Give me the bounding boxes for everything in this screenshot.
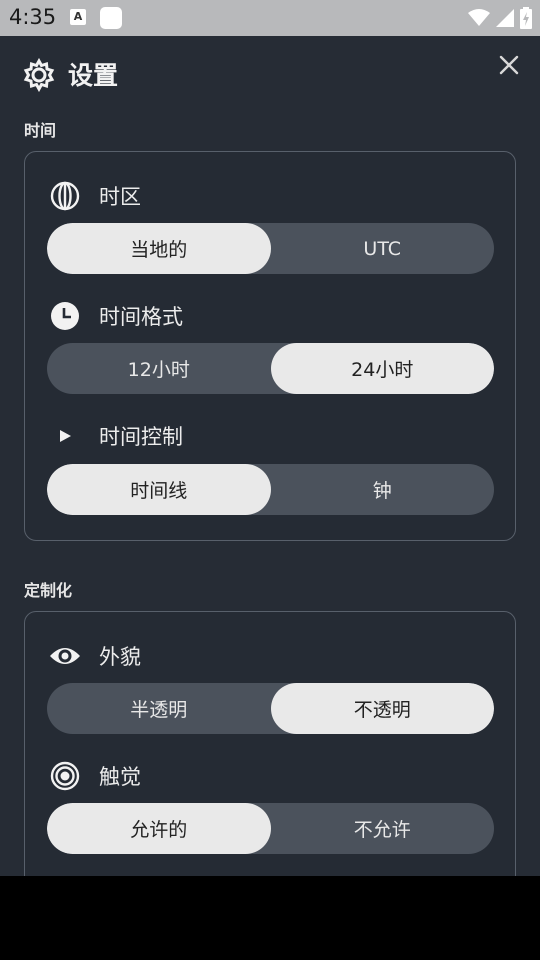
haptics-toggle: 允许的 不允许: [47, 803, 494, 854]
status-icons: [468, 7, 532, 29]
status-time: 4:35: [9, 5, 57, 29]
wifi-icon: [468, 9, 490, 26]
appearance-option-translucent[interactable]: 半透明: [47, 683, 271, 734]
time-format-option-24h[interactable]: 24小时: [270, 343, 494, 394]
settings-screen: 设置 时间 时区 当地的 UTC 时间格式 12小时 24小时 时间控制 时间线…: [0, 36, 540, 876]
timezone-setting: 时区: [49, 181, 141, 211]
cell-signal-icon: [496, 9, 514, 27]
eye-icon: [50, 648, 80, 664]
play-icon: [60, 430, 71, 442]
clock-icon: [51, 302, 79, 330]
section-label-customize: 定制化: [24, 581, 73, 600]
close-icon[interactable]: [498, 54, 520, 76]
appearance-setting: 外貌: [49, 641, 141, 671]
appearance-option-opaque[interactable]: 不透明: [270, 683, 494, 734]
time-control-toggle: 时间线 钟: [47, 464, 494, 515]
appearance-toggle: 半透明 不透明: [47, 683, 494, 734]
time-control-label: 时间控制: [99, 425, 183, 449]
haptics-option-allowed[interactable]: 允许的: [47, 803, 271, 854]
globe-icon: [50, 181, 80, 211]
customize-settings-card: 外貌 半透明 不透明 触觉 允许的 不允许: [24, 611, 516, 876]
time-control-setting: 时间控制: [49, 421, 183, 451]
time-control-option-clock[interactable]: 钟: [271, 464, 495, 515]
time-format-option-12h[interactable]: 12小时: [47, 343, 271, 394]
page-title: 设置: [68, 61, 119, 90]
time-format-setting: 时间格式: [49, 301, 183, 331]
time-settings-card: 时区 当地的 UTC 时间格式 12小时 24小时 时间控制 时间线 钟: [24, 151, 516, 541]
gear-icon: [23, 58, 55, 92]
timezone-option-local[interactable]: 当地的: [47, 223, 271, 274]
time-format-label: 时间格式: [99, 305, 183, 329]
haptics-setting: 触觉: [49, 761, 141, 791]
font-notification-icon: A: [70, 9, 86, 25]
app-notification-icon: [100, 7, 122, 29]
timezone-option-utc[interactable]: UTC: [271, 223, 495, 274]
time-control-option-timeline[interactable]: 时间线: [47, 464, 271, 515]
battery-icon: [520, 7, 532, 29]
timezone-label: 时区: [99, 185, 141, 209]
status-bar: 4:35 A: [0, 0, 540, 36]
appearance-label: 外貌: [99, 645, 141, 669]
haptics-option-disallowed[interactable]: 不允许: [271, 803, 495, 854]
haptics-label: 触觉: [99, 765, 141, 789]
vibration-target-icon: [50, 761, 80, 791]
section-label-time: 时间: [24, 121, 57, 140]
timezone-toggle: 当地的 UTC: [47, 223, 494, 274]
time-format-toggle: 12小时 24小时: [47, 343, 494, 394]
